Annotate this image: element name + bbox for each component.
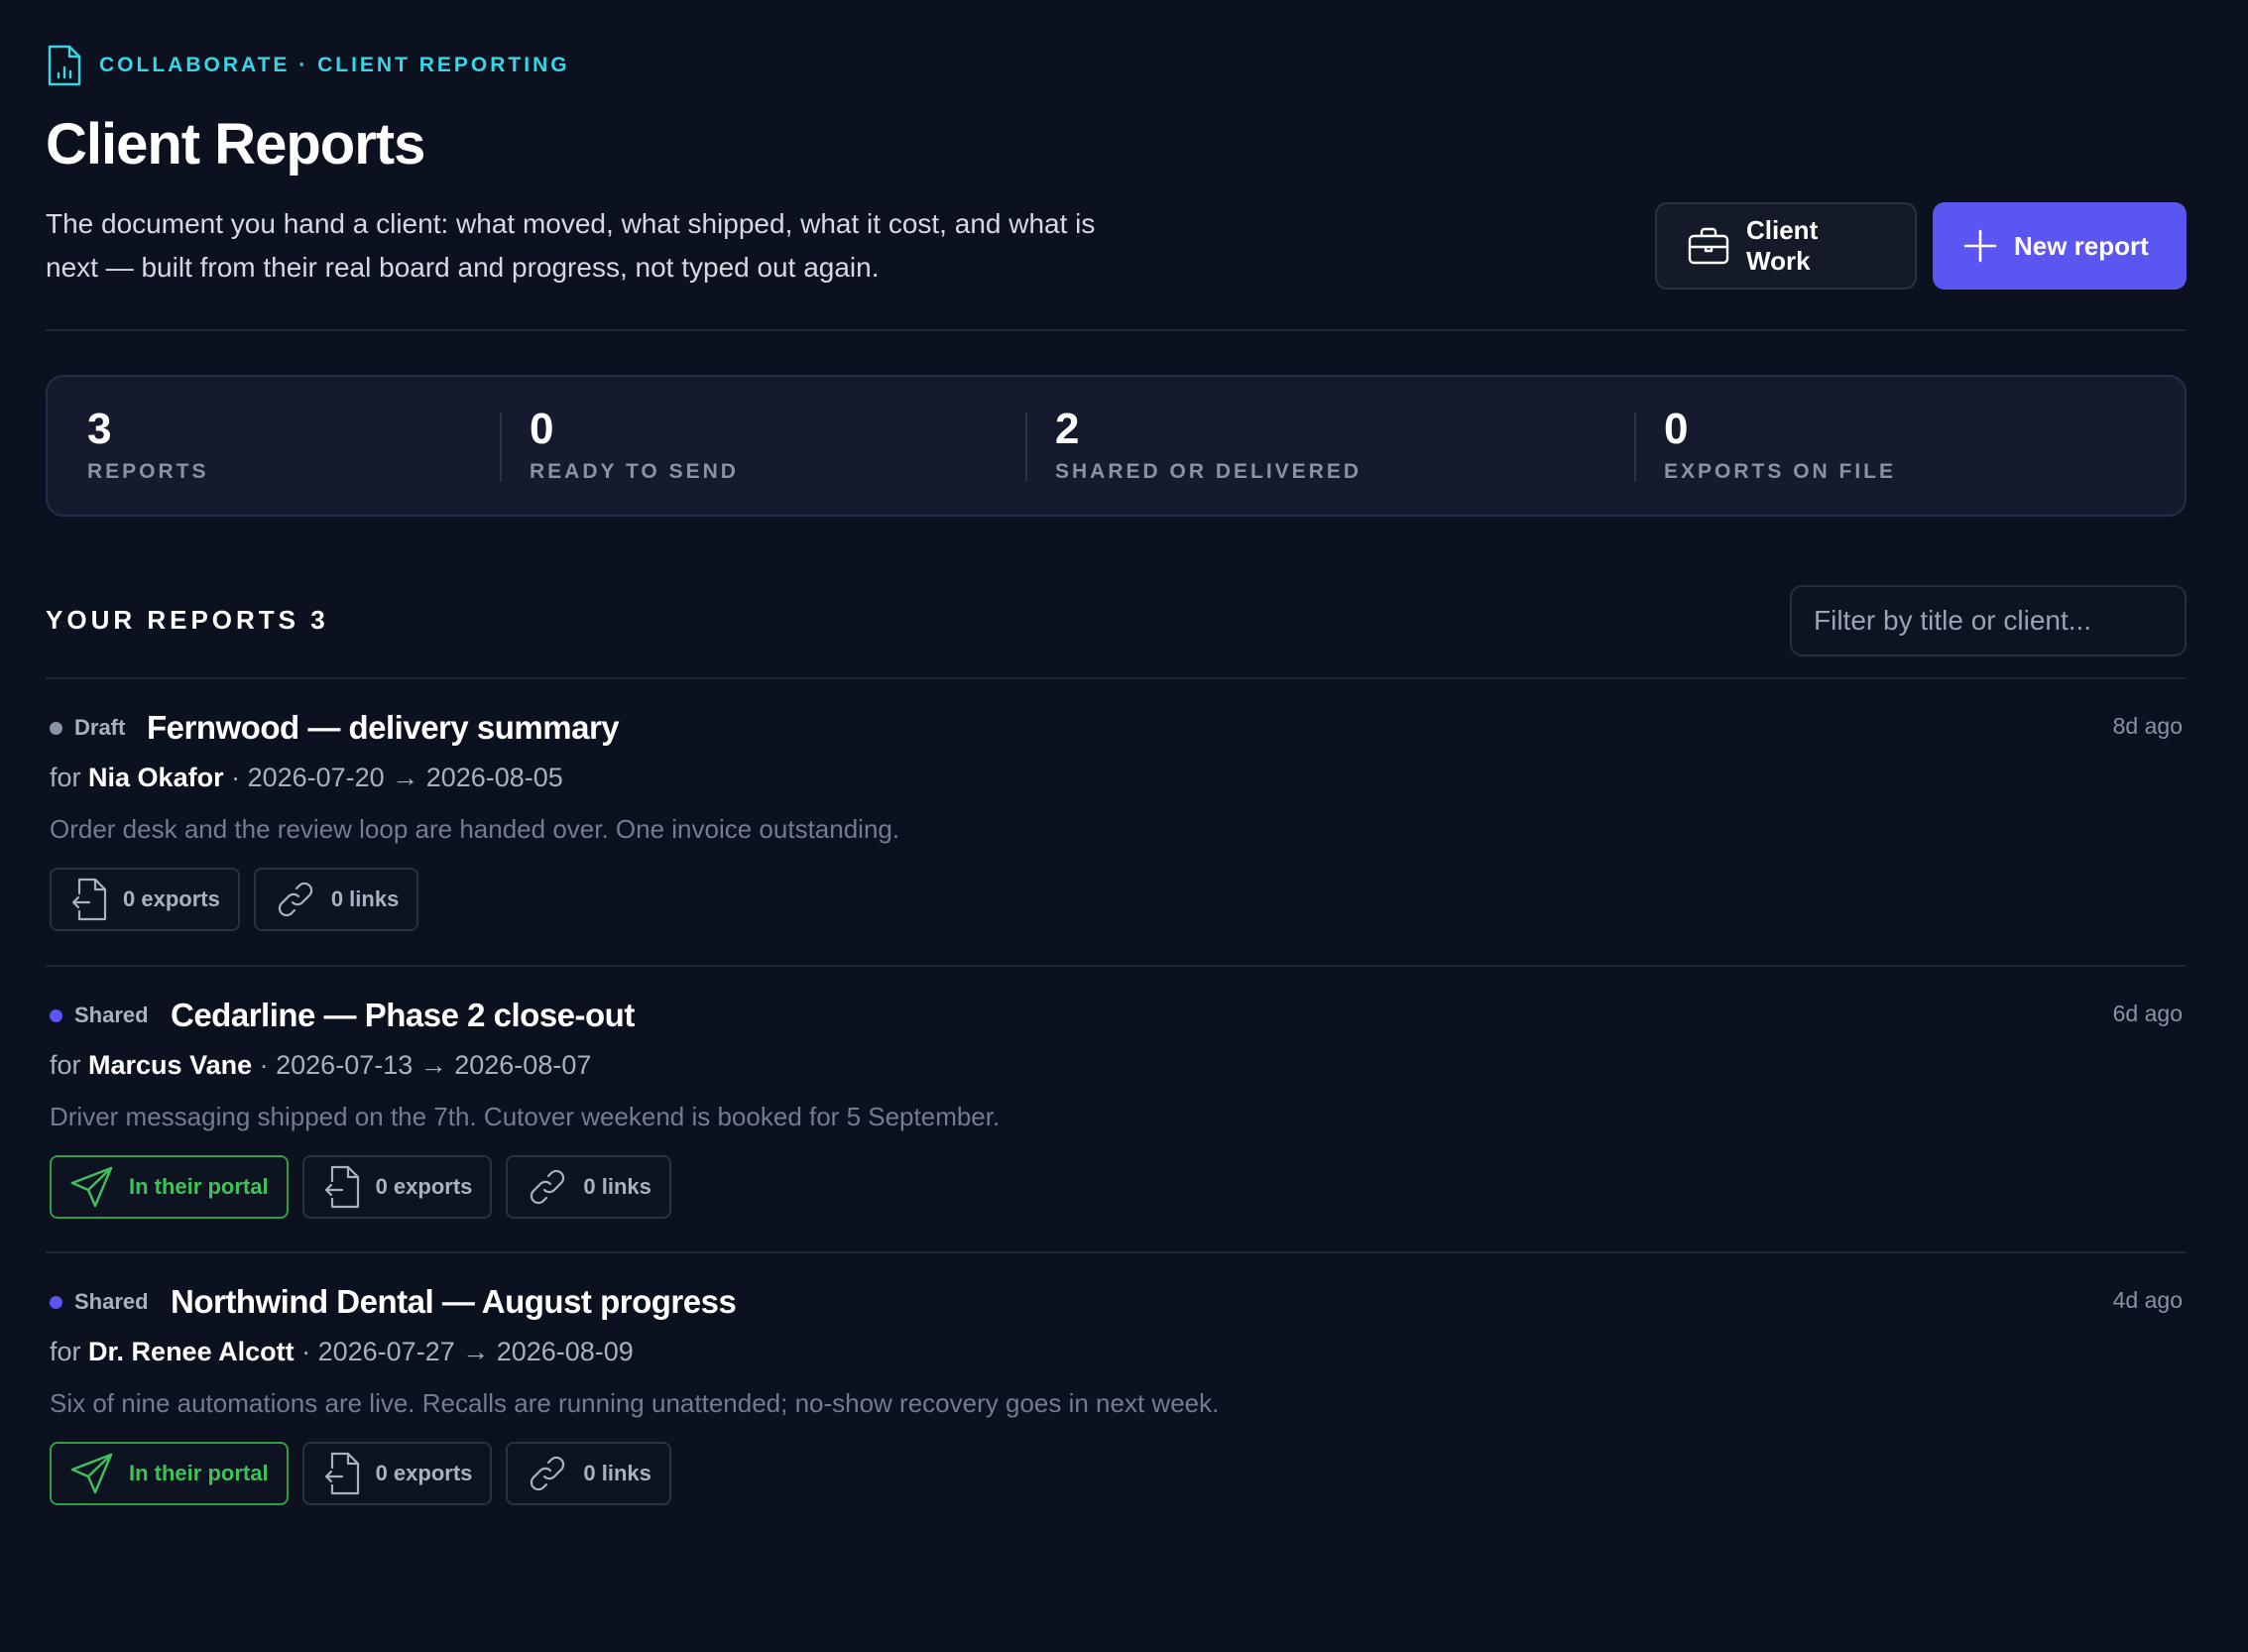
exports-chip[interactable]: 0 exports	[301, 1442, 493, 1505]
date-range: · 2026-07-20 → 2026-08-05	[231, 763, 563, 792]
links-chip[interactable]: 0 links	[506, 1442, 671, 1505]
header-divider	[46, 329, 2187, 331]
filter-input[interactable]	[1790, 585, 2187, 656]
client-reports-page: COLLABORATE · CLIENT REPORTING Client Re…	[0, 0, 2248, 1652]
exports-chip[interactable]: 0 exports	[301, 1155, 493, 1219]
link-icon	[278, 882, 312, 917]
status-badge: Shared	[50, 1289, 149, 1315]
status-text: Shared	[74, 1003, 149, 1027]
links-count: 0 links	[583, 1461, 651, 1485]
file-export-icon	[324, 1452, 359, 1495]
stat-label: READY TO SEND	[530, 460, 739, 483]
report-row[interactable]: Shared Cedarline — Phase 2 close-out 6d …	[46, 965, 2187, 1252]
stat-divider	[1025, 413, 1027, 482]
new-report-button[interactable]: New report	[1933, 202, 2187, 290]
stat-divider	[1634, 413, 1636, 482]
stats-panel: 3 REPORTS 0 READY TO SEND 2 SHARED OR DE…	[46, 375, 2187, 517]
links-chip[interactable]: 0 links	[506, 1155, 671, 1219]
report-title[interactable]: Northwind Dental — August progress	[171, 1283, 737, 1321]
report-row[interactable]: Draft Fernwood — delivery summary 8d ago…	[46, 677, 2187, 965]
stat-value: 0	[530, 405, 554, 453]
report-updated: 8d ago	[2112, 713, 2183, 739]
new-report-label: New report	[2014, 230, 2149, 261]
client-name: Marcus Vane	[88, 1050, 253, 1080]
reports-list-title-text: YOUR REPORTS	[46, 605, 300, 635]
portal-label: In their portal	[129, 1461, 269, 1485]
client-work-button[interactable]: Client Work	[1655, 202, 1917, 290]
report-row[interactable]: Shared Northwind Dental — August progres…	[46, 1251, 2187, 1539]
links-count: 0 links	[583, 1174, 651, 1199]
client-name: Dr. Renee Alcott	[88, 1337, 295, 1366]
status-text: Shared	[74, 1289, 149, 1314]
report-updated: 6d ago	[2112, 1001, 2183, 1026]
status-dot	[50, 1295, 62, 1309]
page-title: Client Reports	[46, 112, 425, 177]
status-badge: Shared	[50, 1003, 149, 1028]
report-summary: Driver messaging shipped on the 7th. Cut…	[50, 1102, 1001, 1131]
report-meta: for Nia Okafor · 2026-07-20 → 2026-08-05	[50, 763, 563, 793]
stat-label: REPORTS	[87, 460, 209, 483]
exports-count: 0 exports	[123, 886, 220, 911]
status-text: Draft	[74, 715, 126, 740]
report-summary: Six of nine automations are live. Recall…	[50, 1388, 1220, 1418]
file-export-icon	[324, 1165, 359, 1209]
report-title[interactable]: Fernwood — delivery summary	[147, 709, 620, 747]
file-export-icon	[71, 878, 107, 921]
plus-icon	[1963, 229, 1997, 263]
send-icon	[70, 1453, 113, 1494]
portal-label: In their portal	[129, 1174, 269, 1199]
links-chip[interactable]: 0 links	[253, 868, 419, 931]
stat-label: SHARED OR DELIVERED	[1055, 460, 1362, 483]
report-chips: 0 exports 0 links	[50, 868, 419, 931]
report-meta: for Marcus Vane · 2026-07-13 → 2026-08-0…	[50, 1050, 591, 1081]
report-chips: In their portal 0 exports 0 links	[50, 1155, 671, 1219]
for-label: for	[50, 763, 81, 792]
report-updated: 4d ago	[2112, 1287, 2183, 1313]
stat-divider	[500, 413, 502, 482]
briefcase-icon	[1688, 227, 1729, 265]
reports-count: 3	[310, 605, 329, 635]
status-badge: Draft	[50, 715, 125, 741]
reports-list-title: YOUR REPORTS 3	[46, 605, 329, 636]
link-icon	[531, 1456, 565, 1491]
portal-chip[interactable]: In their portal	[50, 1442, 289, 1505]
stat-value: 2	[1055, 405, 1080, 453]
date-range: · 2026-07-13 → 2026-08-07	[259, 1050, 592, 1080]
report-chips: In their portal 0 exports 0 links	[50, 1442, 671, 1505]
link-icon	[531, 1169, 565, 1205]
for-label: for	[50, 1337, 81, 1366]
breadcrumb: COLLABORATE · CLIENT REPORTING	[46, 44, 570, 87]
stat-label: EXPORTS ON FILE	[1664, 460, 1897, 483]
report-document-icon	[48, 45, 81, 86]
header-actions: Client Work New report	[1655, 202, 2187, 290]
links-count: 0 links	[330, 886, 400, 911]
report-meta: for Dr. Renee Alcott · 2026-07-27 → 2026…	[50, 1337, 634, 1367]
client-name: Nia Okafor	[88, 763, 224, 792]
status-dot	[50, 1008, 62, 1022]
client-work-label: Client Work	[1746, 215, 1819, 276]
report-title[interactable]: Cedarline — Phase 2 close-out	[171, 997, 635, 1034]
stat-value: 0	[1664, 405, 1689, 453]
exports-chip[interactable]: 0 exports	[50, 868, 240, 931]
exports-count: 0 exports	[375, 1461, 473, 1485]
status-dot	[50, 721, 62, 735]
stat-value: 3	[87, 405, 112, 453]
report-summary: Order desk and the review loop are hande…	[50, 814, 900, 844]
date-range: · 2026-07-27 → 2026-08-09	[301, 1337, 634, 1366]
send-icon	[70, 1166, 113, 1208]
for-label: for	[50, 1050, 81, 1080]
exports-count: 0 exports	[375, 1174, 473, 1199]
page-subtitle: The document you hand a client: what mov…	[46, 208, 1096, 283]
portal-chip[interactable]: In their portal	[50, 1155, 289, 1219]
breadcrumb-text: COLLABORATE · CLIENT REPORTING	[99, 54, 570, 76]
